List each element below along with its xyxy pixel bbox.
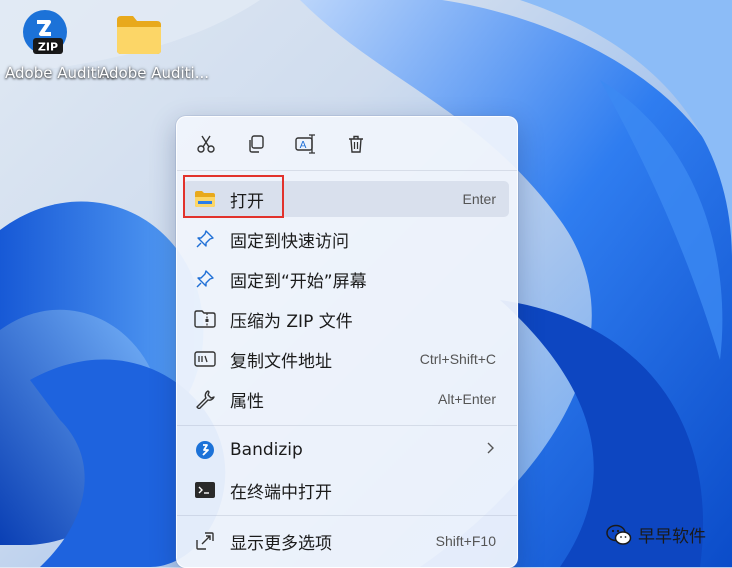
- more-options-icon: [194, 530, 216, 552]
- menu-item-label: 压缩为 ZIP 文件: [230, 311, 353, 332]
- cut-button[interactable]: [190, 129, 222, 159]
- rename-button[interactable]: A: [290, 129, 322, 159]
- svg-text:ZIP: ZIP: [38, 41, 58, 54]
- context-menu-toolbar: A: [177, 129, 517, 159]
- highlight-annotation-box: [183, 175, 284, 218]
- menu-item-shortcut: Enter: [462, 191, 496, 207]
- pin-icon: [194, 268, 216, 290]
- rename-icon: A: [295, 134, 315, 154]
- zip-archive-icon: ZIP: [23, 10, 67, 54]
- menu-item-label: Bandizip: [230, 440, 303, 460]
- menu-item-label: 固定到“开始”屏幕: [230, 271, 367, 292]
- path-copy-icon: [194, 348, 216, 370]
- watermark-text: 早早软件: [638, 527, 706, 547]
- menu-separator: [177, 515, 517, 516]
- menu-item-copy-path[interactable]: 复制文件地址 Ctrl+Shift+C: [183, 341, 509, 377]
- svg-text:A: A: [300, 140, 307, 151]
- menu-item-shortcut: Ctrl+Shift+C: [419, 351, 496, 367]
- pin-icon: [194, 228, 216, 250]
- menu-item-open-terminal[interactable]: 在终端中打开: [183, 472, 509, 508]
- menu-item-label: 复制文件地址: [230, 351, 332, 372]
- trash-icon: [349, 135, 363, 153]
- watermark: 早早软件: [606, 522, 706, 547]
- menu-item-label: 属性: [230, 391, 264, 412]
- folder-icon: [117, 16, 161, 54]
- menu-item-show-more-options[interactable]: 显示更多选项 Shift+F10: [183, 523, 509, 559]
- copy-icon: [249, 135, 264, 153]
- bandizip-icon: [194, 439, 216, 461]
- menu-item-label: 在终端中打开: [230, 482, 332, 503]
- menu-item-shortcut: Alt+Enter: [438, 391, 496, 407]
- desktop-icon-label: Adobe Auditi...: [5, 64, 116, 82]
- desktop-icon-folder[interactable]: Adobe Auditi...: [99, 8, 210, 82]
- delete-button[interactable]: [340, 129, 372, 159]
- menu-item-pin-start[interactable]: 固定到“开始”屏幕: [183, 261, 509, 297]
- menu-item-label: 固定到快速访问: [230, 231, 349, 252]
- wrench-icon: [194, 388, 216, 410]
- menu-item-compress-zip[interactable]: 压缩为 ZIP 文件: [183, 301, 509, 337]
- copy-button[interactable]: [240, 129, 272, 159]
- menu-item-label: 显示更多选项: [230, 533, 332, 554]
- menu-item-properties[interactable]: 属性 Alt+Enter: [183, 381, 509, 417]
- menu-item-shortcut: Shift+F10: [435, 533, 496, 549]
- desktop-icon-zip[interactable]: ZIP Adobe Auditi...: [5, 8, 116, 82]
- chevron-right-icon: [485, 440, 495, 460]
- desktop-icon-label: Adobe Auditi...: [99, 64, 210, 82]
- menu-separator: [177, 170, 517, 171]
- terminal-icon: [194, 479, 216, 501]
- wechat-icon: [606, 524, 632, 545]
- menu-item-pin-quick-access[interactable]: 固定到快速访问: [183, 221, 509, 257]
- menu-item-bandizip[interactable]: Bandizip: [183, 432, 509, 468]
- menu-separator: [177, 425, 517, 426]
- zip-folder-icon: [194, 308, 216, 330]
- scissors-icon: [197, 135, 215, 153]
